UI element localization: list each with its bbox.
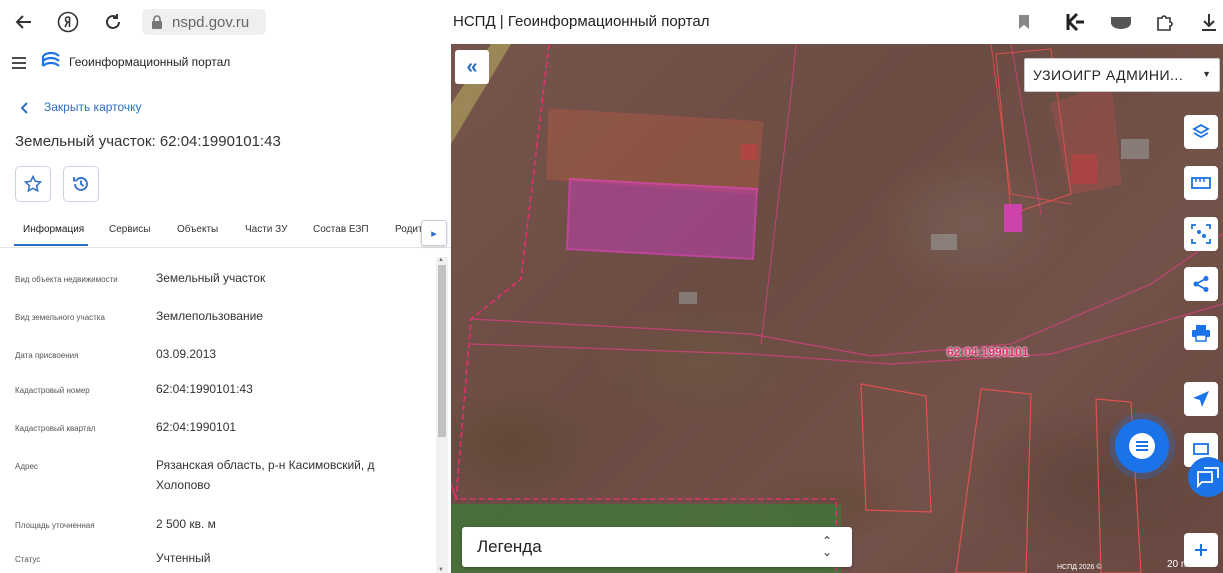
property-label: Вид земельного участка — [15, 313, 105, 322]
chevron-right-icon: ▸ — [431, 227, 437, 240]
layers-button[interactable] — [1184, 115, 1218, 149]
road-line — [470, 303, 1223, 365]
card-title: Земельный участок: 62:04:1990101:43 — [15, 133, 281, 150]
history-button[interactable] — [63, 166, 99, 202]
legend-panel[interactable]: Легенда ⌃ ⌄ — [462, 527, 852, 567]
select-area-button[interactable] — [1184, 217, 1218, 251]
map-canvas[interactable]: « УЗИОИГР АДМИНИ... ▼ 62:04:1990101 Леге… — [451, 44, 1223, 573]
download-icon[interactable] — [1197, 10, 1221, 34]
property-value: 62:04:1990101:43 — [156, 382, 253, 396]
bookmark-icon[interactable] — [1012, 10, 1036, 34]
print-icon — [1192, 325, 1210, 342]
measure-button[interactable] — [1184, 166, 1218, 200]
assistant-icon — [1197, 467, 1219, 488]
tab-services[interactable]: Сервисы — [109, 224, 150, 235]
locate-icon — [1193, 391, 1209, 407]
scrollbar[interactable]: ▲ ▼ — [436, 257, 448, 573]
yandex-icon[interactable] — [56, 10, 80, 34]
property-label: Площадь уточненная — [15, 521, 95, 530]
property-value: Рязанская область, р-н Касимовский, д Хо… — [156, 458, 375, 492]
select-area-icon — [1191, 224, 1211, 244]
screen-icon[interactable] — [1109, 10, 1133, 34]
share-icon — [1193, 276, 1209, 292]
parcel-boundary — [860, 383, 932, 513]
map-copyright: НСПД 2026 © — [1057, 564, 1102, 571]
chevron-down-icon: ▼ — [1202, 69, 1211, 79]
scrollbar-thumb[interactable] — [438, 265, 446, 437]
property-label: Кадастровый номер — [15, 386, 90, 395]
legend-title: Легенда — [477, 537, 542, 556]
scroll-down-icon[interactable]: ▼ — [438, 567, 444, 573]
property-label: Вид объекта недвижимости — [15, 275, 118, 284]
property-label: Дата присвоения — [15, 351, 79, 360]
layer-select-value: УЗИОИГР АДМИНИ... — [1033, 67, 1184, 83]
tab-parent[interactable]: Родит — [395, 224, 423, 235]
property-value: 2 500 кв. м — [156, 517, 216, 531]
tool-icon — [1193, 443, 1209, 455]
history-icon — [73, 177, 88, 191]
parcel-boundary — [955, 388, 1032, 573]
share-button[interactable] — [1184, 267, 1218, 301]
chevron-left-icon[interactable] — [20, 101, 28, 119]
property-label: Кадастровый квартал — [15, 424, 96, 433]
portal-name[interactable]: Геоинформационный портал — [69, 55, 230, 69]
lock-icon — [152, 15, 162, 29]
map-vector-layer — [451, 44, 1223, 573]
tab-ezp-composition[interactable]: Состав ЕЗП — [313, 224, 369, 235]
browser-toolbar: nspd.gov.ru НСПД | Геоинформационный пор… — [0, 0, 1223, 45]
map-scale: 20 m — [1167, 559, 1190, 570]
layers-icon — [1192, 123, 1210, 139]
extension-icon[interactable] — [1064, 10, 1088, 34]
menu-icon[interactable] — [12, 56, 26, 74]
property-value: Учтенный — [156, 551, 211, 565]
property-value: Земельный участок — [156, 271, 266, 285]
chat-button[interactable] — [1115, 419, 1169, 473]
page-title: НСПД | Геоинформационный портал — [453, 13, 710, 30]
ruler-icon — [1191, 177, 1211, 189]
zoom-in-icon — [1195, 544, 1207, 556]
back-icon[interactable] — [12, 10, 36, 34]
print-button[interactable] — [1184, 316, 1218, 350]
property-value: Землепользование — [156, 309, 263, 323]
favorite-button[interactable] — [15, 166, 51, 202]
url-text: nspd.gov.ru — [172, 13, 250, 31]
property-value: 62:04:1990101 — [156, 420, 237, 434]
portal-logo-icon[interactable] — [40, 50, 62, 77]
address-bar[interactable]: nspd.gov.ru — [142, 9, 266, 35]
assistant-button[interactable] — [1188, 457, 1223, 497]
tabs-scroll-right-button[interactable]: ▸ — [421, 220, 447, 246]
property-label: Статус — [15, 555, 41, 564]
chat-icon — [1129, 433, 1155, 459]
tab-information[interactable]: Информация — [23, 224, 84, 235]
selected-parcel — [565, 177, 759, 261]
layer-select[interactable]: УЗИОИГР АДМИНИ... ▼ — [1024, 58, 1220, 92]
star-icon — [24, 175, 42, 193]
property-label: Адрес — [15, 462, 38, 471]
tab-parts[interactable]: Части ЗУ — [245, 224, 287, 235]
info-tabs: Информация Сервисы Объекты Части ЗУ Сост… — [0, 217, 451, 248]
double-chevron-left-icon: « — [466, 55, 478, 78]
active-tab-indicator — [14, 244, 88, 246]
scroll-up-icon[interactable]: ▲ — [438, 257, 444, 263]
property-value: 03.09.2013 — [156, 347, 217, 361]
close-card-link[interactable]: Закрыть карточку — [44, 100, 142, 114]
reload-icon[interactable] — [101, 10, 125, 34]
sidebar-panel: Геоинформационный портал Закрыть карточк… — [0, 44, 452, 573]
expand-collapse-icon: ⌃ ⌄ — [821, 534, 832, 559]
collapse-panel-button[interactable]: « — [455, 50, 489, 84]
road-line — [470, 233, 1223, 357]
tab-objects[interactable]: Объекты — [177, 224, 218, 235]
puzzle-icon[interactable] — [1153, 10, 1177, 34]
locate-button[interactable] — [1184, 382, 1218, 416]
cadastral-quarter-label[interactable]: 62:04:1990101 — [947, 345, 1028, 359]
